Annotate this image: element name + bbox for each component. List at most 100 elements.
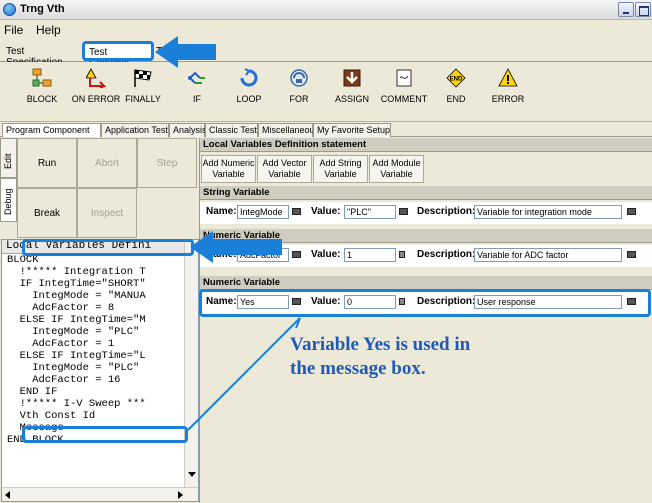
keyboard-icon[interactable] [292, 251, 301, 258]
keyboard-icon[interactable] [399, 208, 408, 215]
code-line[interactable]: IntegMode = "PLC" [7, 362, 139, 374]
end-icon: END [446, 68, 466, 88]
comment-tool-button[interactable]: COMMENT [377, 64, 431, 120]
tab-test-specification[interactable]: Test Specification [2, 43, 82, 68]
variable-value-field[interactable]: 1 [344, 248, 396, 262]
annotation-line-2: the message box. [290, 358, 426, 379]
description-label: Description: [417, 206, 476, 217]
scroll-right-icon[interactable] [178, 491, 183, 499]
on-error-label: ON ERROR [71, 94, 121, 104]
tab-analysis[interactable]: Analysis [169, 123, 207, 137]
local-vars-title: Local Variables Definition statement [200, 138, 652, 152]
loop-label: LOOP [236, 94, 262, 104]
comment-label: COMMENT [380, 94, 428, 104]
add-numeric-variable-button[interactable]: Add Numeric Variable [201, 155, 256, 183]
tab-classic-test[interactable]: Classic Test [205, 123, 258, 137]
abort-button[interactable]: Abort [77, 138, 137, 188]
svg-text:END: END [450, 77, 463, 83]
add-module-variable-button[interactable]: Add Module Variable [369, 155, 424, 183]
code-line[interactable]: IntegMode = "PLC" [7, 326, 139, 338]
assign-icon [343, 69, 361, 87]
tab-application-test[interactable]: Application Test [101, 123, 169, 137]
code-line[interactable]: END IF [7, 386, 58, 398]
block-icon [32, 68, 52, 87]
inspect-button[interactable]: Inspect [77, 188, 137, 238]
run-button[interactable]: Run [17, 138, 77, 188]
app-icon [3, 3, 16, 16]
window-title: Trng Vth [20, 3, 65, 15]
numeric-variable-header: Numeric Variable [200, 276, 652, 290]
add-vector-variable-button[interactable]: Add Vector Variable [257, 155, 312, 183]
for-icon [290, 69, 308, 87]
if-tool-button[interactable]: IF [170, 64, 224, 120]
tab-my-favorite-setup[interactable]: My Favorite Setup [313, 123, 391, 137]
block-label: BLOCK [26, 94, 58, 104]
scroll-down-icon[interactable] [188, 472, 196, 477]
assign-tool-button[interactable]: ASSIGN [325, 64, 379, 120]
menu-file[interactable]: File [4, 23, 23, 37]
program-code-panel[interactable]: Local Variables Defini BLOCK !***** Inte… [1, 239, 199, 502]
name-label: Name: [206, 206, 237, 217]
for-label: FOR [289, 94, 309, 104]
annotation-text: Variable Yes is used in the message box. [290, 333, 530, 381]
add-string-variable-button[interactable]: Add String Variable [313, 155, 368, 183]
variable-value-field[interactable]: "PLC" [344, 205, 396, 219]
debug-controls: Run Abort Step Break Inspect [17, 138, 198, 238]
variable-description-field[interactable]: Variable for integration mode [474, 205, 622, 219]
code-line[interactable]: AdcFactor = 1 [7, 338, 114, 350]
empty-slot [137, 188, 197, 238]
keyboard-icon[interactable] [292, 208, 301, 215]
end-tool-button[interactable]: END END [429, 64, 483, 120]
variable-description-field[interactable]: Variable for ADC factor [474, 248, 622, 262]
keyboard-icon[interactable] [627, 251, 636, 258]
step-button[interactable]: Step [137, 138, 197, 188]
on-error-tool-button[interactable]: ON ERROR [69, 64, 123, 120]
calculator-icon[interactable] [399, 251, 405, 258]
if-label: IF [193, 94, 201, 104]
description-label: Description: [417, 249, 476, 260]
code-line[interactable]: ELSE IF IntegTime="L [7, 350, 146, 362]
code-line[interactable]: AdcFactor = 16 [7, 374, 120, 386]
local-variables-panel: Local Variables Definition statement Add… [200, 138, 652, 503]
string-variable-header: String Variable [200, 186, 652, 200]
warning-icon [498, 68, 518, 87]
tab-program-component[interactable]: Program Component [2, 123, 101, 137]
side-tabs: Edit Debug [0, 138, 17, 238]
code-line[interactable]: IF IntegTime="SHORT" [7, 278, 146, 290]
comment-icon [396, 69, 412, 87]
left-panel: Edit Debug Run Abort Step Break Inspect … [0, 138, 200, 503]
menu-bar: File Help [0, 20, 652, 39]
block-tool-button[interactable]: BLOCK [15, 64, 69, 120]
name-label: Name: [206, 249, 237, 260]
variable-name-field[interactable]: AdcFactor [237, 248, 289, 262]
scroll-left-icon[interactable] [5, 491, 10, 499]
on-error-icon [86, 68, 106, 88]
error-label: ERROR [491, 94, 525, 104]
keyboard-icon[interactable] [627, 208, 636, 215]
vertical-scrollbar[interactable] [184, 240, 198, 488]
minimize-button[interactable] [618, 2, 634, 17]
code-line[interactable]: IntegMode = "MANUA [7, 290, 145, 302]
code-line[interactable]: Vth Const Id [7, 410, 96, 422]
code-line[interactable]: ELSE IF IntegTime="M [7, 314, 146, 326]
code-line[interactable]: AdcFactor = 8 [7, 302, 114, 314]
variable-name-field[interactable]: IntegMode [237, 205, 289, 219]
code-line[interactable]: !***** Integration T [7, 266, 146, 278]
finally-label: FINALLY [125, 94, 161, 104]
menu-help[interactable]: Help [36, 23, 61, 37]
maximize-button[interactable] [635, 2, 651, 17]
tab-miscellaneous[interactable]: Miscellaneous [258, 123, 319, 137]
numeric-variable-header: Numeric Variable [200, 229, 652, 243]
horizontal-scrollbar[interactable] [2, 487, 198, 501]
finally-tool-button[interactable]: FINALLY [116, 64, 170, 120]
break-button[interactable]: Break [17, 188, 77, 238]
component-tabs: Program Component Application Test Analy… [0, 122, 652, 137]
loop-tool-button[interactable]: LOOP [222, 64, 276, 120]
tab-partial[interactable]: T [152, 43, 166, 61]
error-tool-button[interactable]: ERROR [481, 64, 535, 120]
code-line[interactable]: !***** I-V Sweep *** [7, 398, 146, 410]
tab-edit[interactable]: Edit [0, 138, 17, 178]
tab-debug[interactable]: Debug [0, 178, 17, 222]
for-tool-button[interactable]: FOR [272, 64, 326, 120]
checkered-flag-icon [134, 69, 152, 87]
